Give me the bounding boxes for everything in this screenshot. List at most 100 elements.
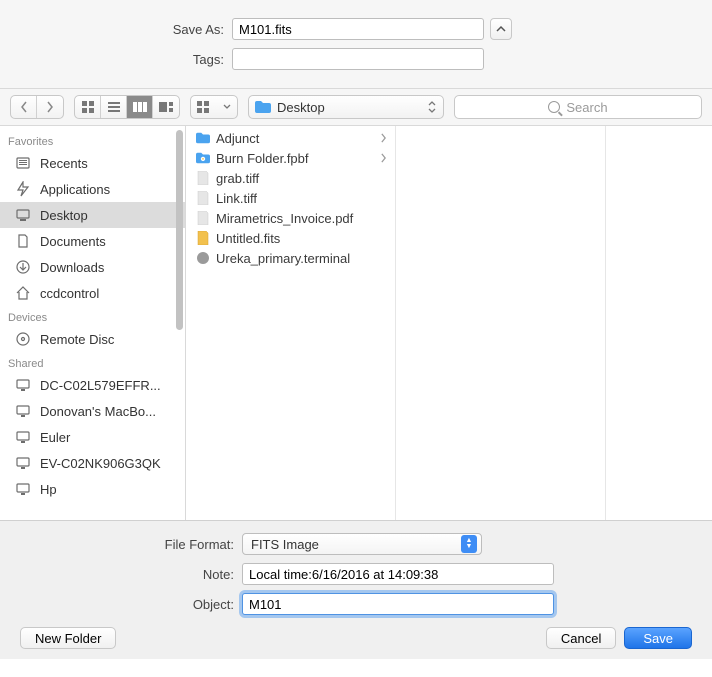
- sidebar-section-header: Shared: [0, 352, 185, 372]
- sidebar-item-label: Remote Disc: [40, 332, 114, 347]
- collapse-toggle-button[interactable]: [490, 18, 512, 40]
- sidebar-section-header: Devices: [0, 306, 185, 326]
- monitor-icon: [14, 429, 32, 445]
- documents-icon: [14, 233, 32, 249]
- chevron-down-icon: [223, 104, 231, 110]
- search-input[interactable]: Search: [454, 95, 702, 119]
- object-label: Object:: [10, 597, 242, 612]
- sidebar-item-label: Hp: [40, 482, 57, 497]
- sidebar-item[interactable]: EV-C02NK906G3QK: [0, 450, 185, 476]
- view-columns-button[interactable]: [127, 96, 153, 118]
- location-dropdown[interactable]: Desktop: [248, 95, 444, 119]
- file-name: Link.tiff: [216, 191, 257, 206]
- file-row[interactable]: Link.tiff: [186, 188, 395, 208]
- view-list-button[interactable]: [101, 96, 127, 118]
- burn-icon: [196, 151, 210, 165]
- file-format-select[interactable]: FITS Image ▲▼: [242, 533, 482, 555]
- sidebar-item[interactable]: Hp: [0, 476, 185, 502]
- file-name: Untitled.fits: [216, 231, 280, 246]
- search-icon: [548, 101, 560, 113]
- file-row[interactable]: Ureka_primary.terminal: [186, 248, 395, 268]
- arrange-icon: [197, 101, 211, 113]
- nav-back-forward: [10, 95, 64, 119]
- view-icons-button[interactable]: [75, 96, 101, 118]
- monitor-icon: [14, 403, 32, 419]
- view-mode-group: [74, 95, 180, 119]
- file-format-label: File Format:: [10, 537, 242, 552]
- file-column-3: [606, 126, 712, 520]
- file-column-1: Adjunct Burn Folder.fpbf grab.tiff Link.tif…: [186, 126, 396, 520]
- updown-icon: [427, 100, 437, 114]
- note-input[interactable]: [242, 563, 554, 585]
- save-button[interactable]: Save: [624, 627, 692, 649]
- image-icon: [196, 191, 210, 205]
- sidebar-item-label: EV-C02NK906G3QK: [40, 456, 161, 471]
- location-label: Desktop: [277, 100, 325, 115]
- updown-icon: ▲▼: [461, 535, 477, 553]
- cancel-button[interactable]: Cancel: [546, 627, 616, 649]
- save-as-input[interactable]: [232, 18, 484, 40]
- file-format-value: FITS Image: [251, 537, 319, 552]
- new-folder-button[interactable]: New Folder: [20, 627, 116, 649]
- file-name: Adjunct: [216, 131, 259, 146]
- options-panel: File Format: FITS Image ▲▼ Note: Object:…: [0, 520, 712, 659]
- downloads-icon: [14, 259, 32, 275]
- monitor-icon: [14, 455, 32, 471]
- file-row[interactable]: grab.tiff: [186, 168, 395, 188]
- sidebar-item[interactable]: Recents: [0, 150, 185, 176]
- list-icon: [108, 102, 120, 112]
- sidebar-item-label: DC-C02L579EFFR...: [40, 378, 161, 393]
- file-row[interactable]: Burn Folder.fpbf: [186, 148, 395, 168]
- sidebar-item-label: ccdcontrol: [40, 286, 99, 301]
- sidebar-item-label: Applications: [40, 182, 110, 197]
- chevron-left-icon: [20, 101, 28, 113]
- sidebar-item[interactable]: Documents: [0, 228, 185, 254]
- object-input[interactable]: [242, 593, 554, 615]
- search-placeholder: Search: [566, 100, 607, 115]
- sidebar-item-label: Downloads: [40, 260, 104, 275]
- chevron-right-icon: [46, 101, 54, 113]
- sidebar-item[interactable]: Euler: [0, 424, 185, 450]
- sidebar-item-label: Recents: [40, 156, 88, 171]
- browser-toolbar: Desktop Search: [0, 89, 712, 126]
- monitor-icon: [14, 481, 32, 497]
- arrange-dropdown[interactable]: [190, 95, 238, 119]
- tags-input[interactable]: [232, 48, 484, 70]
- sidebar-item[interactable]: Downloads: [0, 254, 185, 280]
- save-as-header: Save As: Tags:: [0, 0, 712, 89]
- folder-icon: [196, 131, 210, 145]
- sidebar-item[interactable]: Desktop: [0, 202, 185, 228]
- sidebar-item-label: Donovan's MacBo...: [40, 404, 156, 419]
- file-row[interactable]: Adjunct: [186, 128, 395, 148]
- image-icon: [196, 171, 210, 185]
- terminal-icon: [196, 251, 210, 265]
- grid-icon: [82, 101, 94, 113]
- sidebar-section-header: Favorites: [0, 130, 185, 150]
- file-name: Mirametrics_Invoice.pdf: [216, 211, 353, 226]
- file-name: grab.tiff: [216, 171, 259, 186]
- sidebar-item[interactable]: Applications: [0, 176, 185, 202]
- file-row[interactable]: Untitled.fits: [186, 228, 395, 248]
- sidebar-item[interactable]: Remote Disc: [0, 326, 185, 352]
- sidebar-item-label: Euler: [40, 430, 70, 445]
- forward-button[interactable]: [37, 96, 63, 118]
- sidebar-item[interactable]: Donovan's MacBo...: [0, 398, 185, 424]
- view-gallery-button[interactable]: [153, 96, 179, 118]
- apps-icon: [14, 181, 32, 197]
- recents-icon: [14, 155, 32, 171]
- sidebar-item[interactable]: ccdcontrol: [0, 280, 185, 306]
- chevron-up-icon: [496, 25, 506, 33]
- sidebar-item-label: Desktop: [40, 208, 88, 223]
- tags-label: Tags:: [10, 52, 232, 67]
- back-button[interactable]: [11, 96, 37, 118]
- sidebar: Favorites Recents Applications Desktop Docum…: [0, 126, 186, 520]
- file-row[interactable]: Mirametrics_Invoice.pdf: [186, 208, 395, 228]
- desktop-icon: [14, 207, 32, 223]
- pdf-icon: [196, 211, 210, 225]
- sidebar-item-label: Documents: [40, 234, 106, 249]
- sidebar-item[interactable]: DC-C02L579EFFR...: [0, 372, 185, 398]
- home-icon: [14, 285, 32, 301]
- fits-icon: [196, 231, 210, 245]
- chevron-right-icon: [380, 131, 387, 146]
- folder-icon: [255, 101, 271, 113]
